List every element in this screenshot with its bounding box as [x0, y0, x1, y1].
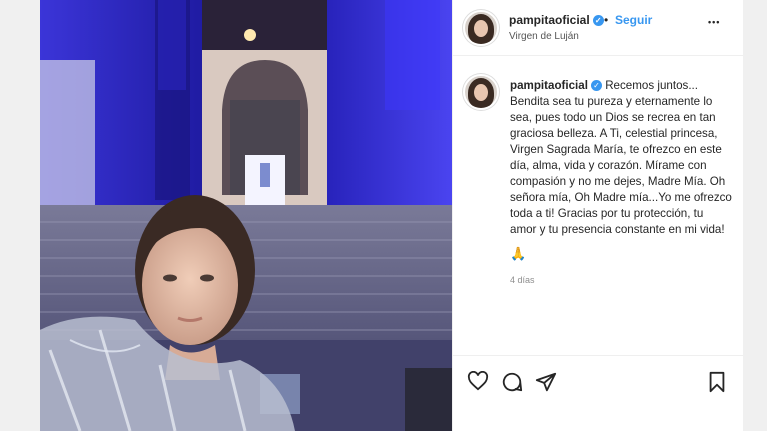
- heart-icon[interactable]: [467, 371, 489, 391]
- separator-dot: •: [604, 13, 609, 27]
- left-margin: [0, 0, 40, 431]
- photo-selfie-basilica: [40, 0, 452, 431]
- location-link[interactable]: Virgen de Luján: [509, 31, 579, 42]
- avatar[interactable]: [463, 10, 499, 46]
- right-margin: [742, 0, 767, 431]
- bookmark-icon[interactable]: [707, 371, 727, 393]
- caption-username[interactable]: pampitaoficial: [510, 79, 588, 92]
- post-timestamp[interactable]: 4 días: [510, 275, 535, 285]
- comment-icon[interactable]: [501, 371, 523, 393]
- post-details-panel: pampitaoficial ✓ • Seguir Virgen de Luján…: [452, 0, 743, 431]
- caption-text: Recemos juntos... Bendita sea tu pureza …: [510, 79, 732, 236]
- action-bar: [453, 355, 743, 432]
- header-username[interactable]: pampitaoficial ✓: [509, 13, 604, 27]
- header-username-text[interactable]: pampitaoficial: [509, 13, 590, 27]
- verified-badge-icon: ✓: [590, 80, 602, 91]
- post-header: pampitaoficial ✓ • Seguir Virgen de Luján…: [453, 0, 743, 56]
- verified-badge-icon: ✓: [592, 15, 604, 26]
- follow-button[interactable]: Seguir: [615, 13, 652, 27]
- praying-hands-emoji: 🙏: [510, 246, 527, 261]
- send-icon[interactable]: [535, 371, 557, 393]
- caption-avatar[interactable]: [463, 74, 499, 110]
- more-options-icon[interactable]: •••: [708, 17, 720, 27]
- post-photo[interactable]: [40, 0, 452, 431]
- caption: pampitaoficial ✓ Recemos juntos... Bendit…: [510, 78, 732, 238]
